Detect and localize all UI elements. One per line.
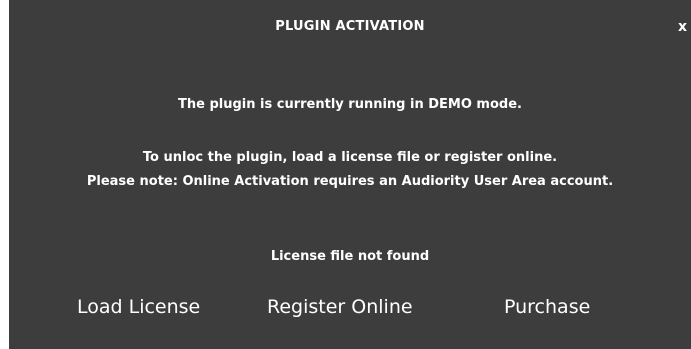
unlock-instructions: To unloc the plugin, load a license file… bbox=[142, 150, 558, 165]
close-button[interactable]: x bbox=[678, 19, 687, 35]
dialog-title: PLUGIN ACTIVATION bbox=[275, 19, 425, 34]
register-online-button[interactable]: Register Online bbox=[267, 296, 413, 318]
plugin-activation-dialog: PLUGIN ACTIVATION x The plugin is curren… bbox=[9, 0, 691, 349]
demo-mode-message: The plugin is currently running in DEMO … bbox=[178, 97, 522, 112]
license-status: License file not found bbox=[270, 249, 430, 264]
purchase-button[interactable]: Purchase bbox=[504, 296, 590, 318]
load-license-button[interactable]: Load License bbox=[77, 296, 200, 318]
account-note: Please note: Online Activation requires … bbox=[86, 174, 614, 189]
